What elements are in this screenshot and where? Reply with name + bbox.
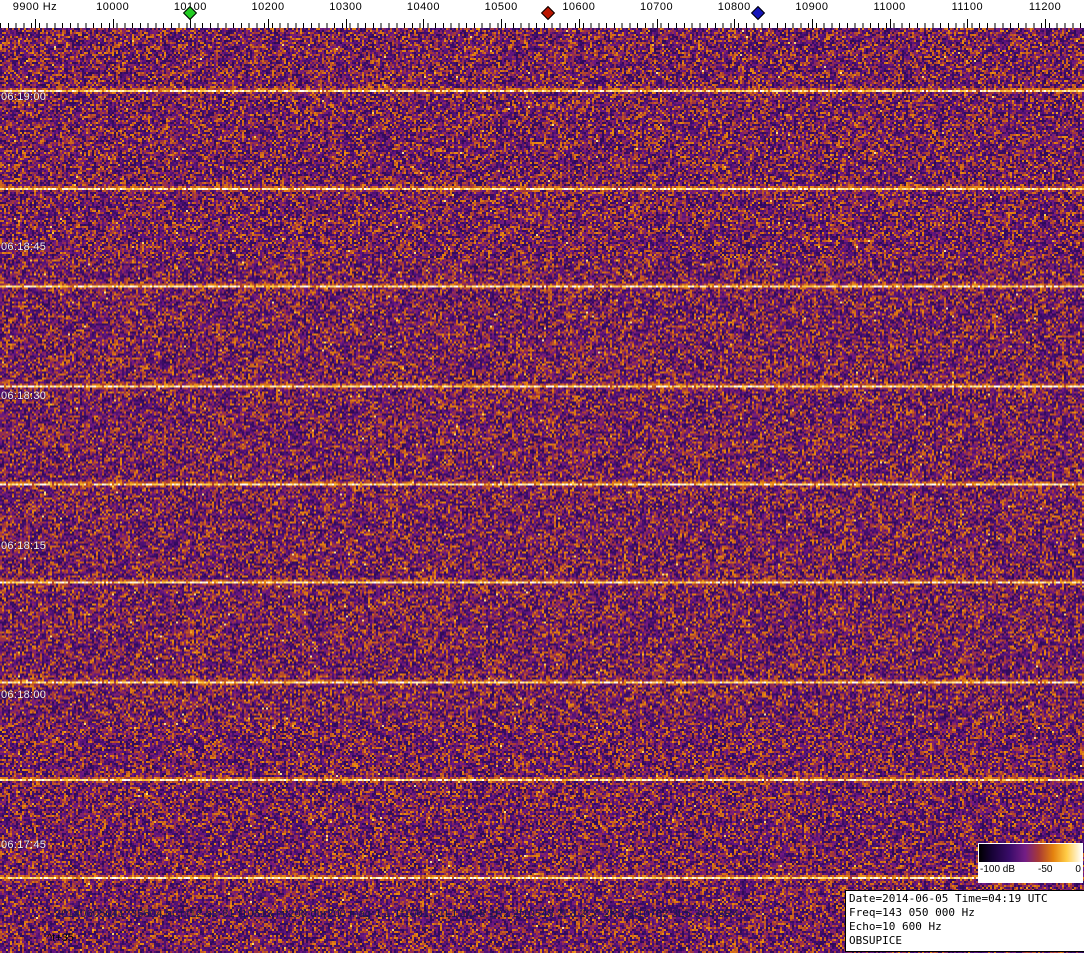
frequency-tick-label: 11000: [874, 1, 906, 13]
db-label-max: 0: [1075, 864, 1081, 875]
info-box-line: Date=2014-06-05 Time=04:19 UTC: [849, 892, 1083, 906]
blue-frequency-marker-icon[interactable]: [750, 6, 764, 20]
major-tick: [734, 19, 735, 28]
info-box-line: Freq=143 050 000 Hz: [849, 906, 1083, 920]
major-tick: [268, 19, 269, 28]
major-tick: [35, 19, 36, 28]
waterfall-display: 20140605041735504 hCnt12 nb-81 f10613 hi…: [0, 28, 1084, 953]
detection-log-text: 20140605041735504 hCnt12 nb-81 f10613 hi…: [55, 908, 739, 920]
major-tick: [812, 19, 813, 28]
spectrogram-canvas[interactable]: [0, 28, 1084, 953]
frequency-tick-label: 11100: [952, 1, 983, 13]
major-tick: [657, 19, 658, 28]
frequency-ruler: 9900 Hz100001010010200103001040010500106…: [0, 0, 1084, 28]
major-tick: [190, 19, 191, 28]
db-color-scale: -100 dB -50 0: [978, 843, 1083, 883]
red-frequency-marker-icon[interactable]: [541, 6, 555, 20]
time-label: 06:19:00: [1, 91, 46, 103]
info-box-line: Echo=10 600 Hz: [849, 920, 1083, 934]
frequency-tick-label: 10600: [562, 1, 595, 13]
db-gradient-bar: [979, 844, 1082, 862]
time-label: 06:18:45: [1, 241, 46, 253]
spectrogram-app-window: 9900 Hz100001010010200103001040010500106…: [0, 0, 1084, 953]
major-tick: [890, 19, 891, 28]
frequency-tick-label: 10700: [640, 1, 673, 13]
frequency-tick-label: 10900: [795, 1, 828, 13]
time-label: 06:17:45: [1, 839, 46, 851]
frequency-tick-label: 9900 Hz: [13, 1, 57, 13]
minor-ticks: [0, 23, 1084, 28]
info-box-line: OBSUPICE: [849, 934, 1083, 948]
major-tick: [346, 19, 347, 28]
major-tick: [1045, 19, 1046, 28]
db-scale-labels: -100 dB -50 0: [978, 862, 1083, 875]
major-tick: [113, 19, 114, 28]
db-label-mid: -50: [1038, 864, 1052, 875]
major-tick: [967, 19, 968, 28]
frequency-tick-label: 10500: [485, 1, 518, 13]
frequency-tick-label: 10800: [718, 1, 751, 13]
frequency-tick-label: 10000: [96, 1, 129, 13]
frequency-tick-label: 10400: [407, 1, 440, 13]
major-tick: [423, 19, 424, 28]
major-tick: [501, 19, 502, 28]
time-label: 06:18:00: [1, 689, 46, 701]
db-label-min: -100 dB: [980, 864, 1015, 875]
major-tick: [579, 19, 580, 28]
time-label: 06:18:30: [1, 390, 46, 402]
observation-info-box: Date=2014-06-05 Time=04:19 UTC Freq=143 0…: [845, 890, 1084, 952]
time-label: 06:18:15: [1, 540, 46, 552]
frequency-tick-label: 10300: [329, 1, 362, 13]
frequency-tick-label: 10200: [252, 1, 285, 13]
cursor-offset-text: ^t+35: [47, 932, 74, 944]
frequency-tick-label: 11200: [1029, 1, 1061, 13]
